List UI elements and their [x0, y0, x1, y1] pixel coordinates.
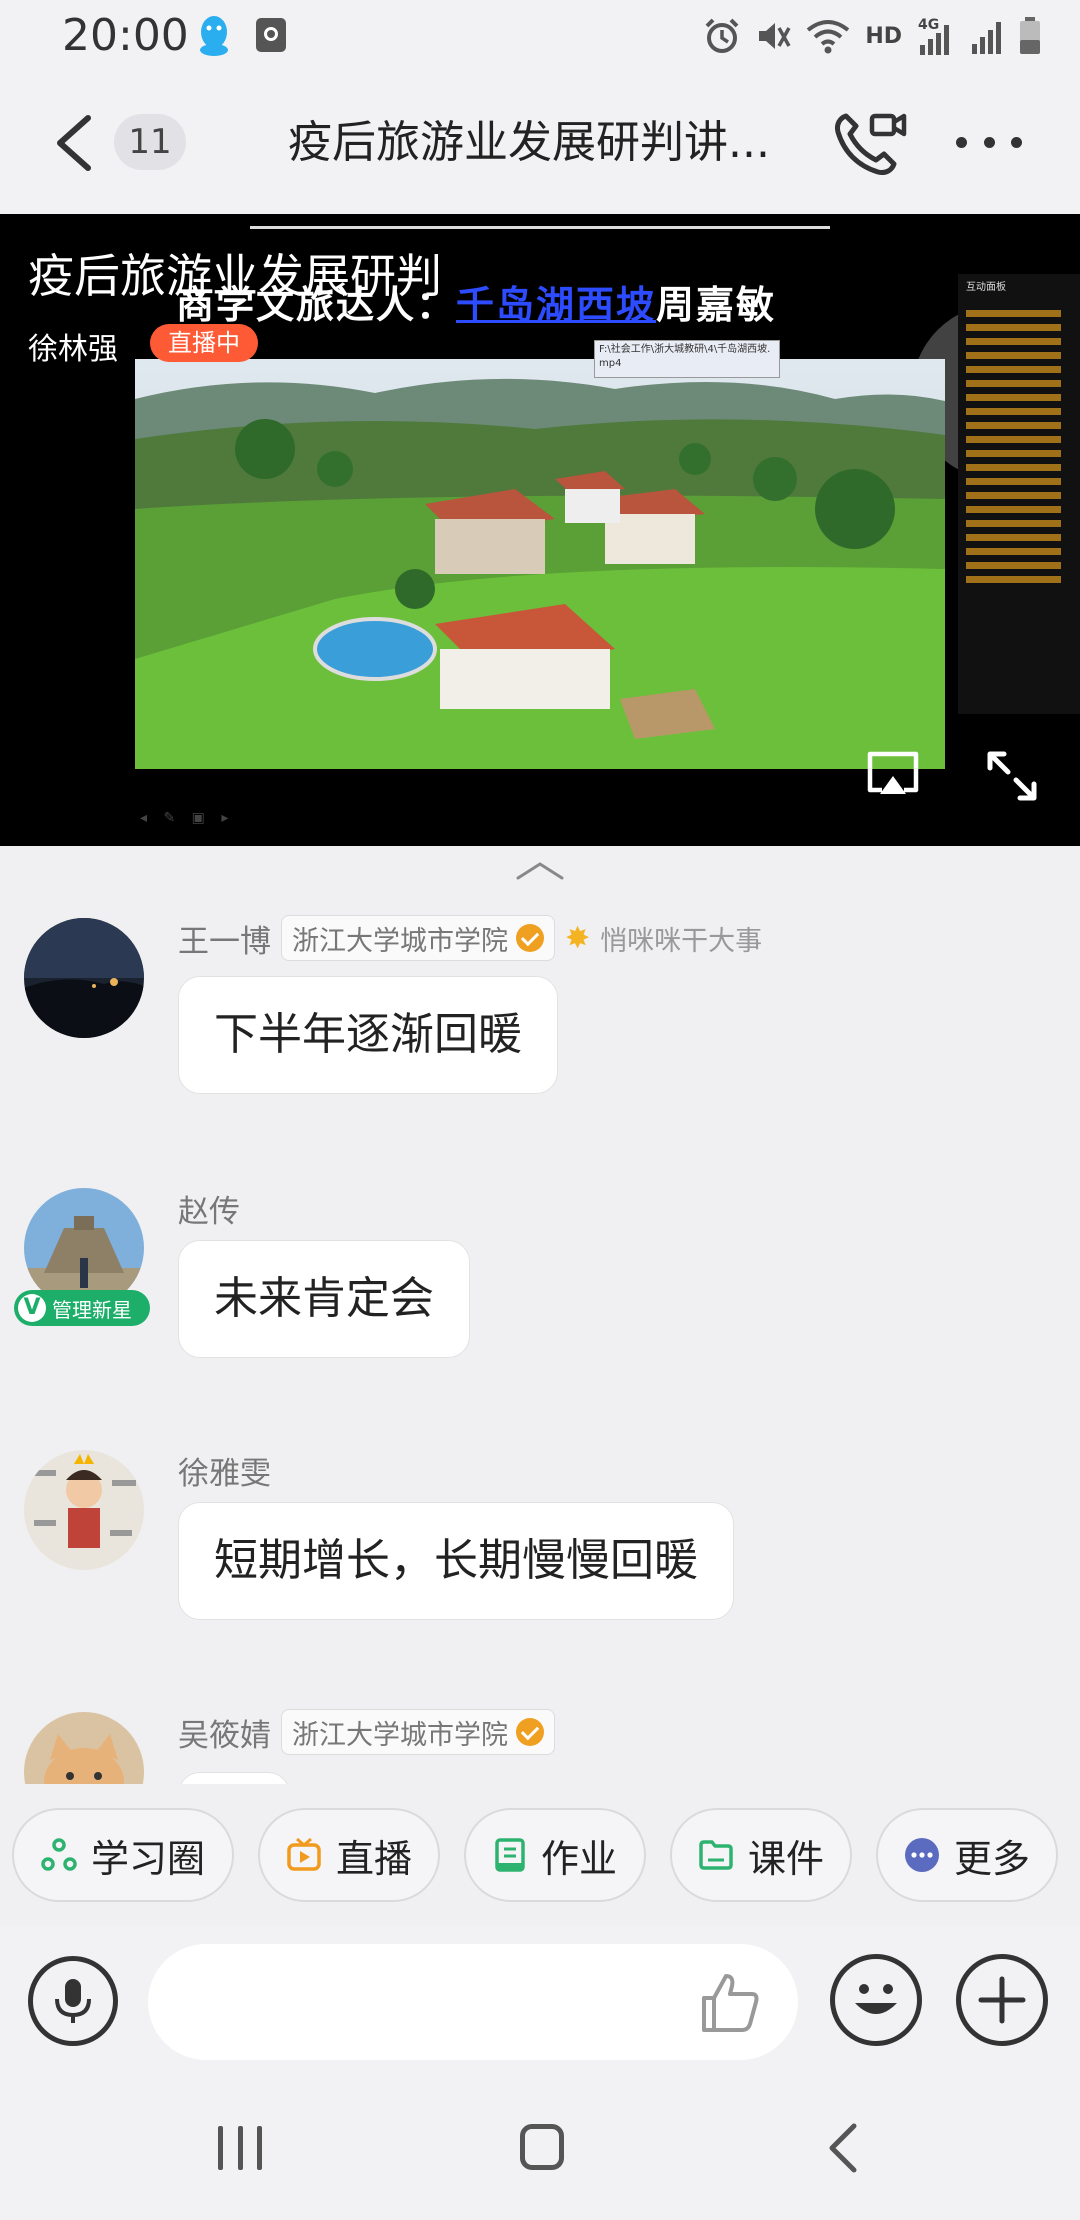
sender-line: 赵传 — [178, 1184, 240, 1232]
qq-penguin-icon — [200, 16, 228, 56]
verified-icon — [516, 924, 544, 952]
tab-label: 直播 — [335, 1836, 412, 1881]
tab-live[interactable]: 直播 — [258, 1808, 440, 1902]
tooltip-line: mp4 — [599, 358, 622, 369]
sender-line: 徐雅雯 — [178, 1446, 271, 1494]
verified-icon — [516, 1718, 544, 1746]
thumbs-up-icon[interactable] — [698, 1970, 764, 2034]
smiley-icon — [855, 1984, 897, 2014]
tab-study-circle[interactable]: 学习圈 — [12, 1808, 234, 1902]
side-panel-title: 互动面板 — [966, 282, 1006, 293]
input-bar — [0, 1926, 1080, 2076]
sender-name: 王一博 — [178, 923, 271, 960]
emoji-button[interactable] — [830, 1954, 922, 2046]
message-bubble[interactable]: 未来肯定会 — [178, 1240, 470, 1358]
tab-homework[interactable]: 作业 — [464, 1808, 646, 1902]
bar — [237, 2126, 243, 2170]
slide-header-suffix: 周嘉敏 — [656, 283, 777, 327]
member-title: 悄咪咪干大事 — [600, 925, 763, 957]
message-list[interactable]: 王一博 浙江大学城市学院 ✸ 悄咪咪干大事 下半年逐渐回暖 V 管理新星 赵传 … — [0, 890, 1080, 1784]
role-badge-label: 管理新星 — [52, 1297, 132, 1322]
signal-icon — [972, 22, 1001, 54]
sender-name: 徐雅雯 — [178, 1455, 271, 1492]
video-call-icon[interactable] — [832, 108, 908, 178]
quick-action-bar: 学习圈 直播 作业 课件 更多 — [0, 1784, 1080, 1927]
presenter-name: 徐林强 — [28, 332, 118, 367]
slide-file-tooltip: F:\社会工作\浙大城教研\4\千岛湖西坡. mp4 — [594, 340, 780, 378]
clock-app-icon — [256, 18, 286, 52]
school-name: 浙江大学城市学院 — [292, 1719, 508, 1751]
plus-icon — [978, 1976, 1026, 2024]
system-navigation-bar — [0, 2076, 1080, 2220]
voice-input-button[interactable] — [28, 1956, 118, 2046]
nav-back-icon[interactable] — [826, 2122, 860, 2174]
svg-text:4G: 4G — [918, 17, 939, 33]
circle-group-icon — [41, 1838, 77, 1871]
school-tag: 浙江大学城市学院 — [281, 915, 555, 961]
video-divider — [250, 226, 830, 229]
sender-line: 王一博 浙江大学城市学院 ✸ 悄咪咪干大事 — [178, 914, 762, 962]
tab-label: 课件 — [747, 1836, 824, 1881]
dot — [1011, 136, 1022, 148]
slide-controls: ◂ ✎ ▣ ▸ — [140, 810, 235, 826]
school-tag: 浙江大学城市学院 — [281, 1709, 555, 1755]
unread-count-badge[interactable]: 11 — [114, 114, 186, 170]
tv-live-icon — [287, 1837, 321, 1871]
chat-header: 11 疫后旅游业发展研判讲... — [0, 72, 1080, 214]
back-arrow-icon[interactable] — [48, 112, 98, 174]
tab-label: 作业 — [540, 1836, 617, 1881]
avatar[interactable] — [24, 1712, 144, 1784]
role-badge: V 管理新星 — [14, 1290, 150, 1326]
sender-line: 吴筱婧 浙江大学城市学院 — [178, 1708, 555, 1756]
status-time: 20:00 — [62, 10, 189, 61]
live-status-badge: 直播中 — [150, 324, 258, 362]
message-bubble[interactable] — [178, 1772, 290, 1784]
tooltip-line: F:\社会工作\浙大城教研\4\千岛湖西坡. — [599, 344, 771, 355]
tab-label: 更多 — [953, 1836, 1030, 1881]
bar — [257, 2126, 262, 2170]
battery-icon — [1020, 17, 1040, 54]
alarm-icon — [705, 18, 739, 53]
sender-name: 赵传 — [178, 1193, 240, 1230]
avatar[interactable] — [24, 1450, 144, 1570]
signal-4g-icon: 4G — [918, 17, 949, 55]
bar — [218, 2126, 223, 2170]
star-icon: ✸ — [565, 920, 591, 956]
interaction-side-panel: 互动面板 — [958, 274, 1080, 714]
hd-indicator: HD — [865, 23, 902, 49]
slide-header-link: 千岛湖西坡 — [456, 283, 657, 327]
fullscreen-icon[interactable] — [984, 748, 1040, 804]
avatar[interactable] — [24, 918, 144, 1038]
slide-header-prefix: 商学文旅达人： — [176, 283, 457, 327]
message-bubble[interactable]: 下半年逐渐回暖 — [178, 976, 558, 1094]
home-button[interactable] — [520, 2124, 564, 2170]
message-bubble[interactable]: 短期增长，长期慢慢回暖 — [178, 1502, 734, 1620]
dot — [983, 136, 995, 148]
folder-icon — [699, 1840, 733, 1870]
screen-cast-icon[interactable] — [864, 750, 922, 798]
tab-more[interactable]: 更多 — [876, 1808, 1058, 1902]
add-attachment-button[interactable] — [956, 1954, 1048, 2046]
school-name: 浙江大学城市学院 — [292, 925, 508, 957]
status-bar: 20:00 HD 4G — [0, 0, 1080, 72]
side-panel-comments — [958, 297, 1080, 596]
collapse-chevron-icon[interactable] — [514, 858, 566, 884]
mute-icon — [759, 23, 791, 49]
chat-title: 疫后旅游业发展研判讲... — [288, 117, 770, 168]
homework-book-icon — [495, 1838, 525, 1872]
status-icons: HD 4G — [703, 12, 1042, 60]
tab-courseware[interactable]: 课件 — [670, 1808, 852, 1902]
more-options-button[interactable] — [956, 130, 1022, 154]
dot — [956, 136, 967, 148]
microphone-icon — [55, 1979, 91, 2023]
slide-header: 商学文旅达人：千岛湖西坡周嘉敏 — [176, 274, 776, 329]
wifi-icon — [807, 20, 850, 54]
sender-name: 吴筱婧 — [178, 1717, 271, 1754]
tab-label: 学习圈 — [90, 1836, 205, 1881]
recent-apps-button[interactable] — [218, 2126, 262, 2170]
live-video-player[interactable]: 互动面板 疫后旅游业发展研判 商学文旅达人：千岛湖西坡周嘉敏 徐林强 直播中 F… — [0, 214, 1080, 846]
slide-landscape-image — [135, 359, 945, 769]
more-dots-icon — [904, 1838, 939, 1872]
role-badge-icon: V — [18, 1294, 46, 1322]
